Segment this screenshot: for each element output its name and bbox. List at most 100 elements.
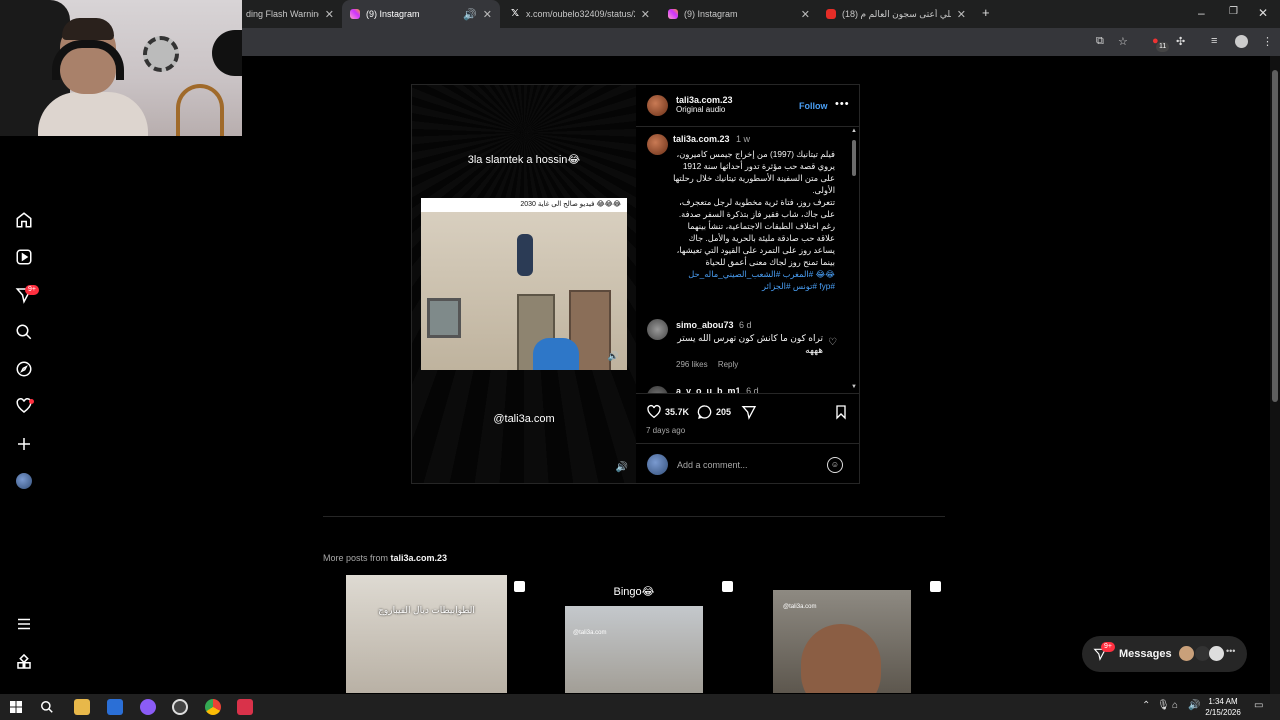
create-plus-icon[interactable]	[12, 432, 36, 456]
comment-reply-button[interactable]: Reply	[718, 360, 738, 369]
author-avatar[interactable]	[647, 95, 668, 116]
close-tab-icon[interactable]: ✕	[325, 8, 334, 21]
chrome-icon[interactable]	[205, 699, 221, 715]
follow-button[interactable]: Follow	[799, 101, 828, 111]
explore-compass-icon[interactable]	[12, 357, 36, 381]
search-icon[interactable]	[12, 320, 36, 344]
notifications-heart-icon[interactable]	[12, 394, 36, 418]
reel-icon	[930, 581, 941, 592]
next-comment-username[interactable]: a_y_o_u_b_m1	[676, 386, 741, 393]
tab-flash-warnings[interactable]: ding Flash Warnings ✕	[238, 0, 342, 28]
page-scroll-thumb[interactable]	[1272, 70, 1278, 402]
more-options-icon[interactable]: •••	[835, 98, 850, 110]
comment-header: simo_abou73 6 d	[676, 320, 752, 330]
comment-button[interactable]: 205	[697, 404, 731, 420]
notification-center-icon[interactable]: ▭	[1254, 700, 1263, 711]
app-icon[interactable]	[140, 699, 156, 715]
clip-building-wall	[421, 212, 627, 370]
network-icon[interactable]: ⌂	[1172, 700, 1178, 711]
menu-hamburger-icon[interactable]	[12, 612, 36, 636]
media-control-icon[interactable]: ≡	[1211, 35, 1217, 47]
close-tab-icon[interactable]: ✕	[801, 8, 810, 21]
thumbnail-image: @tali3a.com	[773, 590, 911, 693]
caption-author-username[interactable]: tali3a.com.23	[673, 134, 730, 144]
more-posts-author[interactable]: tali3a.com.23	[391, 553, 448, 563]
tab-instagram-active[interactable]: (9) Instagram 🔊 ✕	[342, 0, 500, 28]
restore-icon[interactable]: ❐	[1229, 6, 1238, 17]
caption-author-avatar[interactable]	[647, 134, 668, 155]
comment-bubble-icon	[697, 405, 712, 419]
close-tab-icon[interactable]: ✕	[483, 8, 492, 21]
post-sidebar: tali3a.com.23 Original audio Follow ••• …	[636, 85, 860, 483]
avatar	[1209, 646, 1224, 661]
webcam-person-hair	[62, 18, 114, 40]
app-icon[interactable]	[172, 699, 188, 715]
comments-scrollbar[interactable]: ▲ ▼	[850, 128, 858, 392]
app-icon[interactable]	[237, 699, 253, 715]
extensions-puzzle-icon[interactable]: ✣	[1176, 35, 1185, 48]
taskbar-search-icon[interactable]	[40, 700, 54, 714]
close-tab-icon[interactable]: ✕	[957, 8, 966, 21]
browser-menu-icon[interactable]: ⋮	[1262, 35, 1273, 48]
tab-title: (18) واللي أعتى سجون العالم م	[842, 8, 951, 19]
comments-section: tali3a.com.23 1 w فيلم تيتانيك (1997) من…	[636, 128, 860, 393]
new-tab-button[interactable]: +	[982, 5, 990, 20]
comment-username[interactable]: simo_abou73	[676, 320, 734, 330]
install-app-icon[interactable]: ⧉	[1096, 35, 1104, 48]
profile-avatar-nav[interactable]	[12, 469, 36, 493]
clock-time: 1:34 AM	[1208, 697, 1238, 706]
more-post-thumbnail[interactable]: Bingo😂 @tali3a.com	[531, 575, 737, 693]
emoji-picker-icon[interactable]: ☺	[827, 457, 843, 473]
scroll-thumb[interactable]	[852, 140, 856, 176]
audio-label[interactable]: Original audio	[676, 105, 733, 114]
caption-hashtags[interactable]: 😂😂 #المغرب #الشعب_الصيني_ماله_حل #fyp #ت…	[673, 268, 835, 292]
webcam-headset	[52, 40, 124, 80]
more-post-thumbnail[interactable]: @tali3a.com	[739, 575, 945, 693]
messages-button[interactable]: 9+ Messages •••	[1082, 636, 1247, 672]
share-button[interactable]	[741, 404, 760, 420]
section-divider	[323, 516, 945, 517]
microphone-icon[interactable]: 🎙	[1157, 700, 1170, 711]
author-username[interactable]: tali3a.com.23	[676, 95, 733, 105]
commenter-avatar[interactable]	[647, 319, 668, 340]
reel-video[interactable]: 3la slamtek a hossin😂 فيديو صالح الى غاي…	[412, 85, 636, 483]
share-icon	[741, 406, 757, 420]
next-comment-time: 6 d	[746, 386, 759, 393]
minimize-icon[interactable]: –	[1198, 6, 1205, 20]
notification-dot	[29, 399, 34, 404]
file-explorer-icon[interactable]	[74, 699, 90, 715]
speaker-icon[interactable]: 🔊	[463, 8, 477, 21]
page-scrollbar[interactable]	[1270, 56, 1280, 694]
close-window-icon[interactable]: ✕	[1258, 6, 1268, 20]
next-commenter-avatar[interactable]	[647, 386, 668, 393]
close-tab-icon[interactable]: ✕	[641, 8, 650, 21]
comment-likes[interactable]: 296 likes	[676, 360, 708, 369]
home-icon[interactable]	[12, 208, 36, 232]
scroll-up-arrow-icon[interactable]: ▲	[851, 128, 857, 134]
more-icon: •••	[1226, 646, 1236, 656]
show-hidden-icons-icon[interactable]: ⌃	[1142, 700, 1150, 711]
tab-youtube[interactable]: (18) واللي أعتى سجون العالم م ✕	[818, 0, 974, 28]
store-icon[interactable]	[107, 699, 123, 715]
tab-instagram[interactable]: (9) Instagram ✕	[660, 0, 818, 28]
windows-start-icon[interactable]	[10, 701, 22, 713]
more-post-thumbnail[interactable]: الطوابيطات ديال الفيباروج	[323, 575, 529, 693]
reels-icon[interactable]	[12, 245, 36, 269]
save-button[interactable]	[833, 404, 852, 420]
post-header: tali3a.com.23 Original audio Follow •••	[636, 85, 860, 127]
embedded-clip: فيديو صالح الى غاية 2030 😂😂😂 🔊	[421, 198, 627, 370]
mute-toggle-icon[interactable]: 🔊	[616, 462, 628, 473]
like-button[interactable]: 35.7K	[646, 404, 689, 420]
profile-avatar[interactable]	[1235, 35, 1248, 48]
system-clock[interactable]: 1:34 AM 2/15/2026	[1196, 696, 1250, 718]
tab-x-status[interactable]: 𝕏 x.com/oubelo32409/status/20 ✕	[502, 0, 658, 28]
scroll-down-arrow-icon[interactable]: ▼	[851, 384, 857, 390]
also-from-meta-icon[interactable]	[12, 650, 36, 674]
caption-paragraph: فيلم تيتانيك (1997) من إخراج جيمس كاميرو…	[673, 149, 835, 195]
add-comment-input[interactable]: Add a comment...	[677, 460, 748, 470]
comment-like-icon[interactable]: ♡	[828, 337, 837, 348]
extension-badge: 11	[1156, 42, 1170, 52]
video-overlay-text: 3la slamtek a hossin😂	[467, 154, 581, 166]
bookmark-star-icon[interactable]: ☆	[1118, 35, 1128, 48]
direct-badge: 9+	[25, 285, 39, 295]
